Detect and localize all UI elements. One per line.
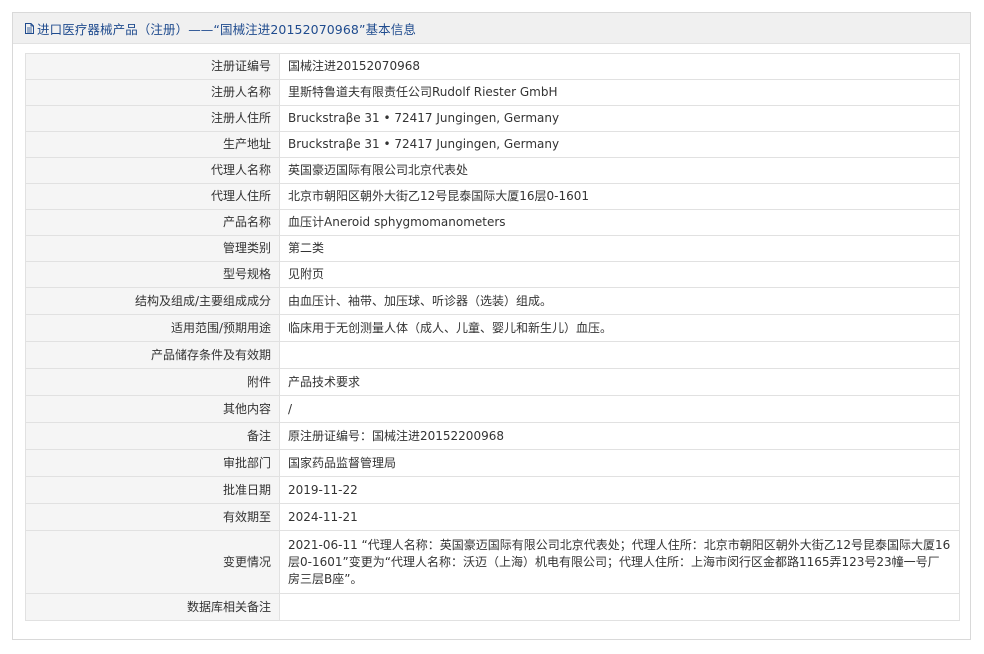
row-value: 里斯特鲁道夫有限责任公司Rudolf Riester GmbH xyxy=(279,79,960,106)
table-row: 产品储存条件及有效期 xyxy=(25,341,960,369)
table-row: 有效期至 2024-11-21 xyxy=(25,503,960,531)
row-value xyxy=(279,341,960,369)
row-label: 注册证编号 xyxy=(25,53,280,80)
table-row: 管理类别 第二类 xyxy=(25,235,960,262)
row-value: Bruckstraβe 31 • 72417 Jungingen, German… xyxy=(279,131,960,158)
row-label: 产品储存条件及有效期 xyxy=(25,341,280,369)
row-value: 2019-11-22 xyxy=(279,476,960,504)
table-row: 注册证编号 国械注进20152070968 xyxy=(25,53,960,80)
document-icon xyxy=(25,22,34,34)
row-label: 结构及组成/主要组成成分 xyxy=(25,287,280,315)
row-label: 注册人名称 xyxy=(25,79,280,106)
info-table-wrap: 注册证编号 国械注进20152070968 注册人名称 里斯特鲁道夫有限责任公司… xyxy=(25,53,960,621)
row-label: 适用范围/预期用途 xyxy=(25,314,280,342)
row-value: 2021-06-11 “代理人名称：英国豪迈国际有限公司北京代表处；代理人住所：… xyxy=(279,530,960,594)
row-label: 生产地址 xyxy=(25,131,280,158)
table-row: 适用范围/预期用途 临床用于无创测量人体（成人、儿童、婴儿和新生儿）血压。 xyxy=(25,314,960,342)
row-label: 附件 xyxy=(25,368,280,396)
row-label: 审批部门 xyxy=(25,449,280,477)
row-label: 有效期至 xyxy=(25,503,280,531)
table-row: 产品名称 血压计Aneroid sphygmomanometers xyxy=(25,209,960,236)
row-value: 北京市朝阳区朝外大街乙12号昆泰国际大厦16层0-1601 xyxy=(279,183,960,210)
panel-header: 进口医疗器械产品（注册）——“国械注进20152070968”基本信息 xyxy=(13,13,970,44)
row-value: 国械注进20152070968 xyxy=(279,53,960,80)
row-label: 代理人住所 xyxy=(25,183,280,210)
row-label: 产品名称 xyxy=(25,209,280,236)
row-label: 管理类别 xyxy=(25,235,280,262)
row-value: 血压计Aneroid sphygmomanometers xyxy=(279,209,960,236)
table-row: 代理人名称 英国豪迈国际有限公司北京代表处 xyxy=(25,157,960,184)
detail-panel: 进口医疗器械产品（注册）——“国械注进20152070968”基本信息 注册证编… xyxy=(12,12,971,640)
table-row: 注册人住所 Bruckstraβe 31 • 72417 Jungingen, … xyxy=(25,105,960,132)
table-row: 结构及组成/主要组成成分 由血压计、袖带、加压球、听诊器（选装）组成。 xyxy=(25,287,960,315)
row-label: 代理人名称 xyxy=(25,157,280,184)
row-label: 变更情况 xyxy=(25,530,280,594)
row-label: 批准日期 xyxy=(25,476,280,504)
row-value: 英国豪迈国际有限公司北京代表处 xyxy=(279,157,960,184)
info-table: 注册证编号 国械注进20152070968 注册人名称 里斯特鲁道夫有限责任公司… xyxy=(25,53,960,621)
row-value: 临床用于无创测量人体（成人、儿童、婴儿和新生儿）血压。 xyxy=(279,314,960,342)
row-value: 原注册证编号：国械注进20152200968 xyxy=(279,422,960,450)
row-label: 其他内容 xyxy=(25,395,280,423)
table-row: 注册人名称 里斯特鲁道夫有限责任公司Rudolf Riester GmbH xyxy=(25,79,960,106)
row-value: 产品技术要求 xyxy=(279,368,960,396)
row-label: 型号规格 xyxy=(25,261,280,288)
table-row: 生产地址 Bruckstraβe 31 • 72417 Jungingen, G… xyxy=(25,131,960,158)
row-value: 由血压计、袖带、加压球、听诊器（选装）组成。 xyxy=(279,287,960,315)
row-value: / xyxy=(279,395,960,423)
row-value: 国家药品监督管理局 xyxy=(279,449,960,477)
table-row: 审批部门 国家药品监督管理局 xyxy=(25,449,960,477)
table-row: 型号规格 见附页 xyxy=(25,261,960,288)
row-value: 第二类 xyxy=(279,235,960,262)
page-title: 进口医疗器械产品（注册）——“国械注进20152070968”基本信息 xyxy=(37,21,416,37)
row-value: 见附页 xyxy=(279,261,960,288)
table-row: 附件 产品技术要求 xyxy=(25,368,960,396)
table-row: 变更情况 2021-06-11 “代理人名称：英国豪迈国际有限公司北京代表处；代… xyxy=(25,530,960,594)
row-value: Bruckstraβe 31 • 72417 Jungingen, German… xyxy=(279,105,960,132)
row-label: 注册人住所 xyxy=(25,105,280,132)
table-row: 其他内容 / xyxy=(25,395,960,423)
table-row: 代理人住所 北京市朝阳区朝外大街乙12号昆泰国际大厦16层0-1601 xyxy=(25,183,960,210)
table-row: 备注 原注册证编号：国械注进20152200968 xyxy=(25,422,960,450)
row-value: 2024-11-21 xyxy=(279,503,960,531)
row-label: 数据库相关备注 xyxy=(25,593,280,621)
table-row: 数据库相关备注 xyxy=(25,593,960,621)
row-value xyxy=(279,593,960,621)
table-row: 批准日期 2019-11-22 xyxy=(25,476,960,504)
row-label: 备注 xyxy=(25,422,280,450)
